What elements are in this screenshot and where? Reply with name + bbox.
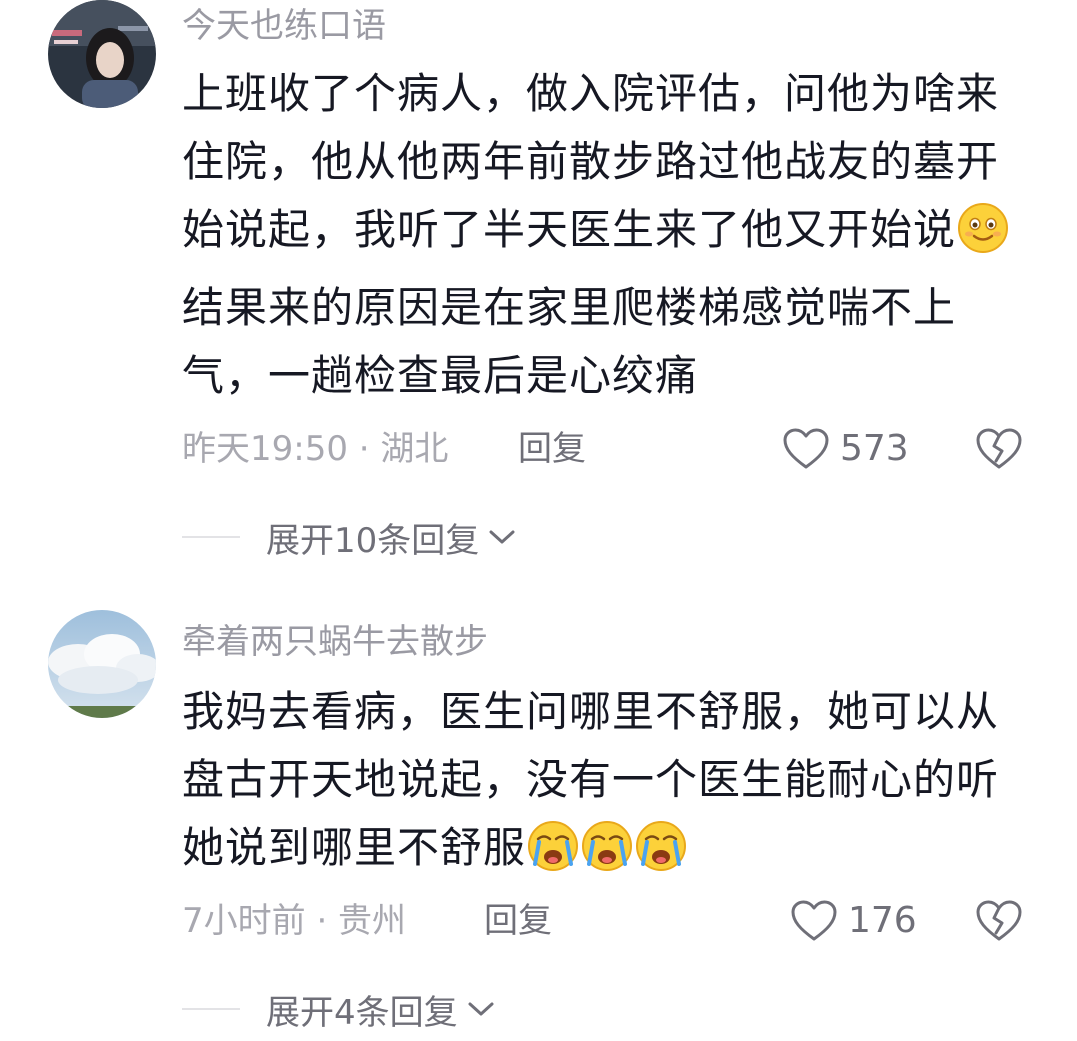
expand-replies-button[interactable]: 展开4条回复 bbox=[266, 985, 496, 1034]
username[interactable]: 今天也练口语 bbox=[182, 4, 386, 48]
divider bbox=[182, 536, 240, 538]
comment-meta: 昨天19:50 · 湖北 回复 573 bbox=[182, 424, 1042, 474]
dislike-button[interactable] bbox=[974, 896, 1024, 946]
comment-meta: 7小时前 · 贵州 回复 176 bbox=[182, 896, 1042, 946]
expand-replies: 展开4条回复 bbox=[182, 984, 496, 1034]
heart-icon bbox=[782, 427, 830, 471]
comment-time-location: 7小时前 · 贵州 bbox=[182, 901, 407, 941]
comment-text-part: 结果来的原因是在家里爬楼梯感觉喘不上气，一趟检查最后是心绞痛 bbox=[182, 283, 957, 400]
chevron-down-icon bbox=[466, 999, 496, 1019]
avatar[interactable] bbox=[48, 0, 156, 108]
smile-emoji-icon bbox=[957, 202, 1009, 274]
like-button[interactable]: 573 bbox=[782, 424, 909, 474]
broken-heart-icon bbox=[975, 427, 1023, 471]
expand-replies-label: 展开10条回复 bbox=[266, 520, 480, 561]
reply-button[interactable]: 回复 bbox=[518, 424, 586, 474]
expand-replies-label: 展开4条回复 bbox=[266, 992, 458, 1033]
broken-heart-icon bbox=[975, 899, 1023, 943]
dislike-button[interactable] bbox=[974, 424, 1024, 474]
reply-button[interactable]: 回复 bbox=[484, 896, 552, 946]
like-count: 176 bbox=[848, 900, 917, 941]
avatar[interactable] bbox=[48, 610, 156, 718]
crying-emoji-icon bbox=[635, 820, 687, 892]
comment-time-location: 昨天19:50 · 湖北 bbox=[182, 429, 449, 469]
comment-text-part: 上班收了个病人，做入院评估，问他为啥来住院，他从他两年前散步路过他战友的墓开始说… bbox=[182, 69, 1000, 254]
comment-text: 上班收了个病人，做入院评估，问他为啥来住院，他从他两年前散步路过他战友的墓开始说… bbox=[182, 60, 1012, 410]
like-count: 573 bbox=[840, 428, 909, 469]
comment-text: 我妈去看病，医生问哪里不舒服，她可以从盘古开天地说起，没有一个医生能耐心的听她说… bbox=[182, 678, 1012, 892]
heart-icon bbox=[790, 899, 838, 943]
like-button[interactable]: 176 bbox=[790, 896, 917, 946]
expand-replies-button[interactable]: 展开10条回复 bbox=[266, 513, 517, 562]
crying-emoji-icon bbox=[581, 820, 633, 892]
comment-item: 今天也练口语 上班收了个病人，做入院评估，问他为啥来住院，他从他两年前散步路过他… bbox=[0, 0, 1077, 580]
divider bbox=[182, 1008, 240, 1010]
crying-emoji-icon bbox=[527, 820, 579, 892]
comment-item: 牵着两只蜗牛去散步 我妈去看病，医生问哪里不舒服，她可以从盘古开天地说起，没有一… bbox=[0, 610, 1077, 1041]
chevron-down-icon bbox=[487, 527, 517, 547]
expand-replies: 展开10条回复 bbox=[182, 512, 517, 562]
username[interactable]: 牵着两只蜗牛去散步 bbox=[182, 620, 488, 664]
